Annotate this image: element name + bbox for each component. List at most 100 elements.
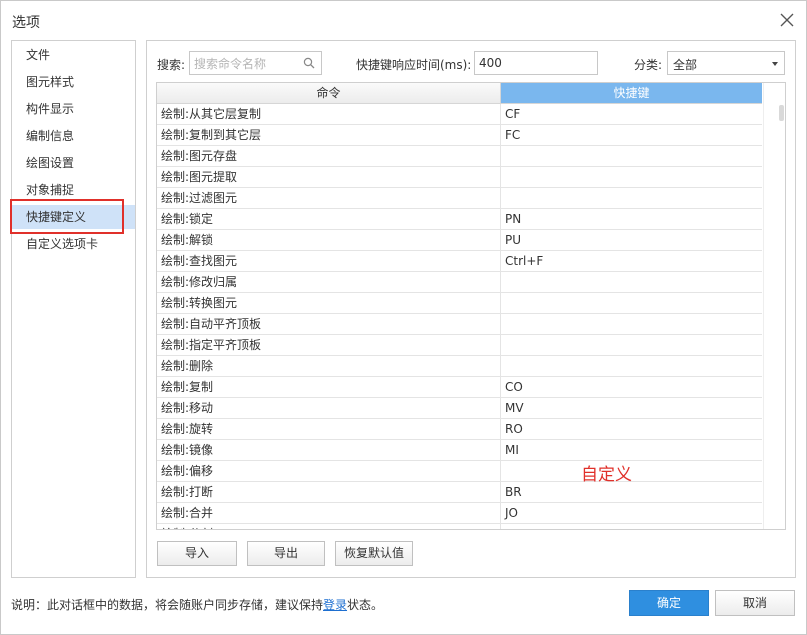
options-nav: 文件 图元样式 构件显示 编制信息 绘图设置 对象捕捉 快捷键定义 自定义选项卡 [11, 40, 136, 578]
category-select[interactable]: 全部 [667, 51, 785, 75]
vertical-scrollbar[interactable] [763, 83, 785, 529]
restore-defaults-button[interactable]: 恢复默认值 [335, 541, 413, 566]
command-cell: 绘制:指定平齐顶板 [157, 335, 501, 355]
command-cell: 绘制:解锁 [157, 230, 501, 250]
table-row[interactable]: 绘制:查找图元 Ctrl+F [157, 251, 762, 272]
shortcut-cell[interactable]: CO [501, 377, 762, 397]
cancel-button[interactable]: 取消 [715, 590, 795, 616]
table-row[interactable]: 绘制:镜像 MI [157, 440, 762, 461]
command-cell: 绘制:分割 [157, 524, 501, 529]
delay-label: 快捷键响应时间(ms): [356, 58, 472, 72]
nav-item-compile-info[interactable]: 编制信息 [12, 124, 135, 148]
command-cell: 绘制:图元存盘 [157, 146, 501, 166]
shortcut-cell[interactable] [501, 167, 762, 187]
command-cell: 绘制:删除 [157, 356, 501, 376]
nav-item-shortcut-definition[interactable]: 快捷键定义 [12, 205, 135, 229]
column-header-command[interactable]: 命令 [157, 83, 501, 104]
table-row[interactable]: 绘制:解锁 PU [157, 230, 762, 251]
search-input[interactable] [194, 55, 299, 72]
table-row[interactable]: 绘制:移动 MV [157, 398, 762, 419]
ok-button[interactable]: 确定 [629, 590, 709, 616]
footer-note-suffix: 状态。 [347, 598, 384, 612]
shortcut-cell[interactable] [501, 146, 762, 166]
command-cell: 绘制:镜像 [157, 440, 501, 460]
shortcut-cell[interactable]: RO [501, 419, 762, 439]
table-row[interactable]: 绘制:复制到其它层 FC [157, 125, 762, 146]
command-cell: 绘制:锁定 [157, 209, 501, 229]
table-row[interactable]: 绘制:过滤图元 [157, 188, 762, 209]
title-bar: 选项 [1, 1, 806, 39]
nav-item-element-style[interactable]: 图元样式 [12, 70, 135, 94]
command-cell: 绘制:自动平齐顶板 [157, 314, 501, 334]
nav-item-custom-tab[interactable]: 自定义选项卡 [12, 232, 135, 256]
shortcut-cell[interactable] [501, 314, 762, 334]
dialog-title: 选项 [12, 15, 40, 31]
table-row[interactable]: 绘制:锁定 PN [157, 209, 762, 230]
search-box [189, 51, 322, 75]
login-link[interactable]: 登录 [323, 598, 347, 612]
shortcut-cell[interactable] [501, 272, 762, 292]
command-cell: 绘制:转换图元 [157, 293, 501, 313]
custom-annotation: 自定义 [581, 465, 632, 485]
import-button[interactable]: 导入 [157, 541, 237, 566]
shortcut-cell[interactable]: PU [501, 230, 762, 250]
nav-item-file[interactable]: 文件 [12, 43, 135, 67]
command-cell: 绘制:旋转 [157, 419, 501, 439]
close-icon[interactable] [780, 13, 794, 27]
table-row[interactable]: 绘制:删除 [157, 356, 762, 377]
shortcut-table: 命令 快捷键 绘制:从其它层复制 CF 绘制:复制到其它层 FC 绘制:图元存盘 绘制:图… [156, 82, 786, 530]
table-row[interactable]: 绘制:复制 CO [157, 377, 762, 398]
chevron-down-icon [772, 62, 778, 66]
shortcut-cell[interactable]: CF [501, 104, 762, 124]
command-cell: 绘制:合并 [157, 503, 501, 523]
table-row[interactable]: 绘制:图元存盘 [157, 146, 762, 167]
command-cell: 绘制:偏移 [157, 461, 501, 481]
table-row[interactable]: 绘制:打断 BR [157, 482, 762, 503]
search-icon[interactable] [303, 57, 315, 69]
command-cell: 绘制:打断 [157, 482, 501, 502]
command-cell: 绘制:过滤图元 [157, 188, 501, 208]
command-cell: 绘制:移动 [157, 398, 501, 418]
shortcut-cell[interactable] [501, 293, 762, 313]
scroll-thumb[interactable] [779, 105, 784, 121]
command-cell: 绘制:修改归属 [157, 272, 501, 292]
shortcut-cell[interactable]: PN [501, 209, 762, 229]
nav-item-drawing-settings[interactable]: 绘图设置 [12, 151, 135, 175]
table-row[interactable]: 绘制:分割 [157, 524, 762, 529]
column-header-shortcut[interactable]: 快捷键 [501, 83, 762, 104]
shortcut-cell[interactable] [501, 188, 762, 208]
table-row[interactable]: 绘制:图元提取 [157, 167, 762, 188]
table-row[interactable]: 绘制:从其它层复制 CF [157, 104, 762, 125]
shortcut-cell[interactable]: MV [501, 398, 762, 418]
table-row[interactable]: 绘制:修改归属 [157, 272, 762, 293]
command-cell: 绘制:图元提取 [157, 167, 501, 187]
command-cell: 绘制:从其它层复制 [157, 104, 501, 124]
search-label: 搜索: [157, 58, 186, 72]
table-row[interactable]: 绘制:指定平齐顶板 [157, 335, 762, 356]
shortcut-cell[interactable] [501, 356, 762, 376]
command-cell: 绘制:复制 [157, 377, 501, 397]
shortcut-cell[interactable]: BR [501, 482, 762, 502]
footer-note: 说明：此对话框中的数据，将会随账户同步存储，建议保持登录状态。 [11, 596, 383, 613]
table-row[interactable]: 绘制:旋转 RO [157, 419, 762, 440]
shortcut-cell[interactable]: FC [501, 125, 762, 145]
table-row[interactable]: 绘制:转换图元 [157, 293, 762, 314]
delay-input[interactable] [474, 51, 598, 75]
nav-item-component-display[interactable]: 构件显示 [12, 97, 135, 121]
command-cell: 绘制:查找图元 [157, 251, 501, 271]
table-row[interactable]: 绘制:自动平齐顶板 [157, 314, 762, 335]
command-cell: 绘制:复制到其它层 [157, 125, 501, 145]
shortcut-cell[interactable] [501, 524, 762, 529]
export-button[interactable]: 导出 [247, 541, 325, 566]
nav-item-object-snap[interactable]: 对象捕捉 [12, 178, 135, 202]
footer-note-prefix: 说明：此对话框中的数据，将会随账户同步存储，建议保持 [11, 598, 324, 612]
table-row[interactable]: 绘制:偏移 [157, 461, 762, 482]
table-row[interactable]: 绘制:合并 JO [157, 503, 762, 524]
category-label: 分类: [634, 58, 663, 72]
shortcut-cell[interactable]: Ctrl+F [501, 251, 762, 271]
shortcut-cell[interactable]: JO [501, 503, 762, 523]
shortcut-cell[interactable] [501, 335, 762, 355]
shortcut-cell[interactable]: MI [501, 440, 762, 460]
category-value: 全部 [673, 58, 698, 72]
table-body: 绘制:从其它层复制 CF 绘制:复制到其它层 FC 绘制:图元存盘 绘制:图元提取 绘制:过… [157, 104, 762, 529]
